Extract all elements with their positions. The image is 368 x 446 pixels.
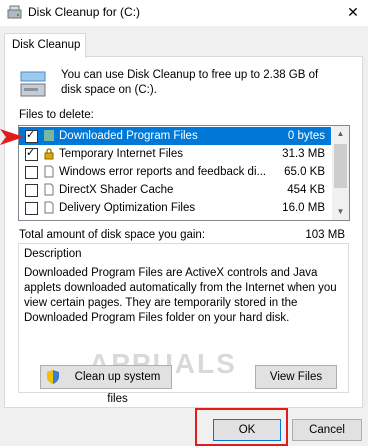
- list-item[interactable]: DirectX Shader Cache 454 KB: [19, 181, 331, 199]
- tab-label: Disk Cleanup: [12, 39, 81, 51]
- checkbox[interactable]: [25, 202, 38, 215]
- file-name: Windows error reports and feedback di...: [59, 166, 267, 178]
- check-icon: ✓: [26, 129, 36, 141]
- disk-cleanup-icon: [7, 5, 22, 19]
- tab-panel: You can use Disk Cleanup to free up to 2…: [4, 56, 363, 408]
- ok-highlight-box: [195, 408, 288, 446]
- file-icon: [44, 165, 54, 178]
- scroll-thumb[interactable]: [334, 144, 347, 188]
- tab-disk-cleanup[interactable]: Disk Cleanup: [4, 33, 86, 58]
- files-to-delete-label: Files to delete:: [19, 109, 94, 121]
- folder-icon: [44, 130, 54, 141]
- clean-up-label: Clean up system files: [74, 371, 161, 405]
- checkbox[interactable]: ✓: [25, 129, 38, 143]
- checkbox[interactable]: [25, 166, 38, 179]
- file-name: Delivery Optimization Files: [59, 202, 196, 214]
- title-bar: Disk Cleanup for (C:) ✕: [0, 0, 368, 26]
- cancel-label: Cancel: [309, 424, 345, 436]
- list-item[interactable]: ✓ Downloaded Program Files 0 bytes: [19, 127, 331, 145]
- file-name: Downloaded Program Files: [59, 130, 198, 142]
- close-button[interactable]: ✕: [338, 0, 368, 26]
- file-list[interactable]: ✓ Downloaded Program Files 0 bytes ✓ Tem…: [18, 125, 350, 221]
- drive-icon: [20, 71, 46, 97]
- file-size: 0 bytes: [287, 130, 325, 142]
- file-size: 31.3 MB: [282, 148, 325, 160]
- list-item[interactable]: Windows error reports and feedback di...…: [19, 163, 331, 181]
- description-title: Description: [24, 248, 82, 260]
- list-item[interactable]: ✓ Temporary Internet Files 31.3 MB: [19, 145, 331, 163]
- lock-icon: [44, 148, 54, 160]
- scrollbar[interactable]: ▲ ▼: [332, 126, 349, 220]
- shield-icon: [47, 370, 59, 384]
- file-icon: [44, 183, 54, 196]
- description-text: Downloaded Program Files are ActiveX con…: [24, 267, 337, 324]
- file-size: 65.0 KB: [284, 166, 325, 178]
- red-arrow-icon: [0, 129, 24, 145]
- list-item[interactable]: Delivery Optimization Files 16.0 MB: [19, 199, 331, 217]
- file-name: Temporary Internet Files: [59, 148, 183, 160]
- description-group: Description Downloaded Program Files are…: [18, 243, 349, 405]
- view-files-label: View Files: [269, 371, 323, 383]
- check-icon: ✓: [26, 147, 36, 159]
- close-icon: ✕: [347, 4, 359, 20]
- clean-up-system-files-button[interactable]: Clean up system files: [40, 365, 172, 405]
- intro-text: You can use Disk Cleanup to free up to 2…: [61, 69, 319, 96]
- window-title: Disk Cleanup for (C:): [28, 5, 141, 19]
- file-name: DirectX Shader Cache: [59, 184, 174, 196]
- total-label: Total amount of disk space you gain:: [19, 229, 206, 241]
- scroll-down-icon[interactable]: ▼: [332, 204, 349, 220]
- total-value: 103 MB: [305, 229, 345, 241]
- file-size: 454 KB: [287, 184, 325, 196]
- scroll-up-icon[interactable]: ▲: [332, 126, 349, 142]
- checkbox[interactable]: [25, 184, 38, 197]
- view-files-button[interactable]: View Files: [255, 365, 337, 389]
- cancel-button[interactable]: Cancel: [292, 419, 362, 441]
- checkbox[interactable]: ✓: [25, 147, 38, 161]
- file-size: 16.0 MB: [282, 202, 325, 214]
- file-icon: [44, 201, 54, 214]
